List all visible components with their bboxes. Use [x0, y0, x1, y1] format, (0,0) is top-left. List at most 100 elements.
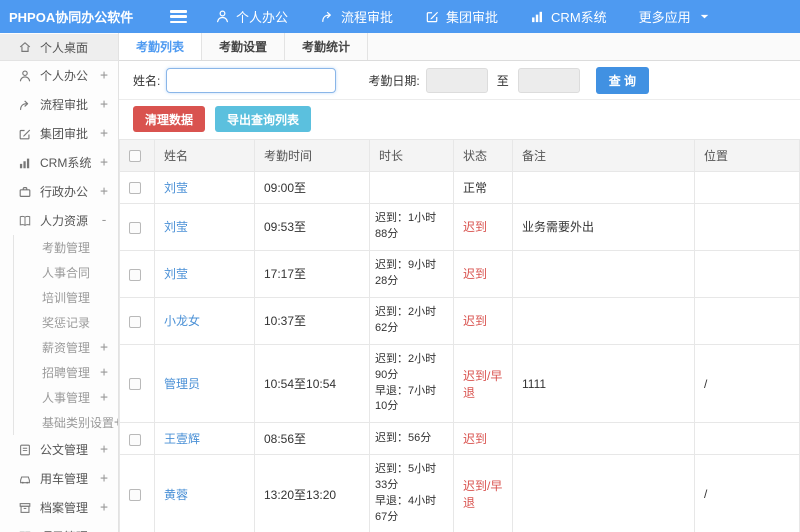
tab[interactable]: 考勤设置 [202, 33, 286, 60]
cell-time: 13:20至13:20 [254, 454, 370, 532]
expand-toggle-icon[interactable]: + [100, 184, 108, 199]
book-icon [18, 214, 40, 228]
sidebar-item[interactable]: 人事管理 + [13, 385, 118, 410]
nav-item[interactable]: 集团审批 [425, 7, 498, 26]
expand-toggle-icon[interactable]: + [100, 500, 108, 515]
row-checkbox[interactable] [129, 378, 141, 391]
sidebar-item[interactable]: CRM系统 + [0, 148, 118, 177]
row-checkbox-cell [119, 296, 155, 345]
sidebar-item-label: 项目管理 [40, 528, 88, 532]
nav-item[interactable]: 流程审批 [320, 7, 393, 26]
name-filter-input[interactable] [166, 67, 337, 93]
cell-name: 王壹辉 [154, 422, 255, 456]
header-checkbox-cell [119, 139, 155, 172]
date-to-input[interactable] [517, 67, 580, 93]
nav-item-label: 集团审批 [446, 10, 499, 25]
row-checkbox[interactable] [129, 315, 141, 328]
table-row: 王壹辉 08:56至 迟到：56分 迟到 [119, 422, 800, 456]
employee-name-link[interactable]: 刘莹 [164, 181, 188, 195]
date-from-input[interactable] [425, 67, 488, 93]
sidebar-item[interactable]: 公文管理 + [0, 435, 118, 464]
nav-item-label: 更多应用 [638, 10, 691, 25]
expand-toggle-icon[interactable]: - [100, 213, 108, 228]
sidebar-item[interactable]: 培训管理 [13, 285, 118, 310]
select-all-checkbox[interactable] [129, 150, 141, 163]
sidebar-item[interactable]: 招聘管理 + [13, 360, 118, 385]
expand-toggle-icon[interactable]: + [100, 155, 108, 170]
nav-item[interactable]: 更多应用 [639, 7, 712, 26]
sidebar-item[interactable]: 人事合同 [13, 260, 118, 285]
chart-icon [18, 156, 40, 170]
sidebar-item[interactable]: 奖惩记录 [13, 310, 118, 335]
cell-location: / [694, 343, 800, 424]
sidebar-item-label: 集团审批 [40, 127, 89, 141]
expand-toggle-icon[interactable]: + [100, 471, 108, 486]
employee-name-link[interactable]: 黄蓉 [164, 488, 188, 502]
cell-duration: 迟到：56分 [369, 422, 454, 456]
table-row: 管理员 10:54至10:54 迟到：2小时90分 早退：7小时10分 迟到/早… [119, 343, 800, 424]
flow-icon [320, 9, 335, 24]
cell-name: 刘莹 [154, 171, 255, 204]
employee-name-link[interactable]: 刘莹 [164, 267, 188, 281]
row-checkbox[interactable] [129, 433, 141, 446]
tab[interactable]: 考勤列表 [119, 33, 203, 60]
expand-toggle-icon[interactable]: + [100, 68, 108, 83]
export-list-button[interactable]: 导出查询列表 [215, 106, 312, 132]
row-checkbox[interactable] [129, 182, 141, 195]
employee-name-link[interactable]: 管理员 [164, 377, 200, 391]
sidebar-item[interactable]: 个人办公 + [0, 61, 118, 90]
tab[interactable]: 考勤统计 [285, 33, 369, 60]
cell-location [694, 171, 800, 204]
cell-status: 迟到 [453, 422, 513, 456]
expand-toggle-icon[interactable]: + [100, 442, 108, 457]
edit-icon [18, 127, 40, 141]
employee-name-link[interactable]: 小龙女 [164, 314, 200, 328]
sidebar-item[interactable]: 考勤管理 [13, 235, 118, 260]
tab-label: 考勤统计 [302, 40, 351, 54]
sidebar-item-label: 流程审批 [40, 98, 89, 112]
sidebar-item-label: 个人桌面 [40, 40, 89, 55]
header-status: 状态 [453, 139, 513, 172]
employee-name-link[interactable]: 刘莹 [164, 220, 188, 234]
cell-remark: 1111 [512, 343, 695, 424]
hamburger-menu-icon[interactable] [170, 10, 187, 23]
sidebar-item[interactable]: 基础类别设置 + [13, 410, 118, 435]
sidebar-item[interactable]: 项目管理 + [0, 522, 118, 532]
expand-toggle-icon[interactable]: + [100, 126, 108, 141]
sidebar-item[interactable]: 薪资管理 + [13, 335, 118, 360]
expand-toggle-icon[interactable]: + [100, 390, 108, 405]
employee-name-link[interactable]: 王壹辉 [164, 432, 200, 446]
cell-duration: 迟到：1小时88分 [369, 203, 454, 251]
tab-bar: 考勤列表 考勤设置 考勤统计 [119, 33, 800, 61]
sidebar-item[interactable]: 集团审批 + [0, 119, 118, 148]
sidebar-item[interactable]: 用车管理 + [0, 464, 118, 493]
sidebar-item[interactable]: 人力资源 - [0, 206, 118, 235]
sidebar-item-label: 培训管理 [42, 291, 91, 305]
clean-data-button[interactable]: 清理数据 [133, 106, 206, 132]
search-button[interactable]: 查 询 [595, 66, 650, 94]
sidebar-item[interactable]: 行政办公 + [0, 177, 118, 206]
table-row: 刘莹 09:53至 迟到：1小时88分 迟到 业务需要外出 [119, 203, 800, 251]
expand-toggle-icon[interactable]: + [100, 365, 108, 380]
cell-remark [512, 422, 695, 456]
expand-toggle-icon[interactable]: + [100, 97, 108, 112]
row-checkbox[interactable] [129, 221, 141, 234]
sidebar-item[interactable]: 个人桌面 [0, 34, 118, 61]
chart-icon [530, 9, 545, 24]
row-checkbox[interactable] [129, 268, 141, 281]
row-checkbox[interactable] [129, 489, 141, 502]
cell-location [694, 296, 800, 345]
table-row: 小龙女 10:37至 迟到：2小时62分 迟到 [119, 296, 800, 345]
sidebar-item-label: 用车管理 [40, 472, 89, 486]
row-checkbox-cell [119, 422, 155, 456]
expand-toggle-icon[interactable]: + [100, 340, 108, 355]
nav-item[interactable]: CRM系统 [530, 7, 607, 26]
sidebar-item-label: 薪资管理 [42, 341, 91, 355]
sidebar-item[interactable]: 流程审批 + [0, 90, 118, 119]
cell-location: / [694, 454, 800, 532]
nav-item[interactable]: 个人办公 [215, 7, 288, 26]
sidebar-item-label: 行政办公 [40, 185, 89, 199]
sidebar-item[interactable]: 档案管理 + [0, 493, 118, 522]
sidebar-item-label: 个人办公 [40, 69, 89, 83]
cell-status: 正常 [453, 171, 513, 204]
